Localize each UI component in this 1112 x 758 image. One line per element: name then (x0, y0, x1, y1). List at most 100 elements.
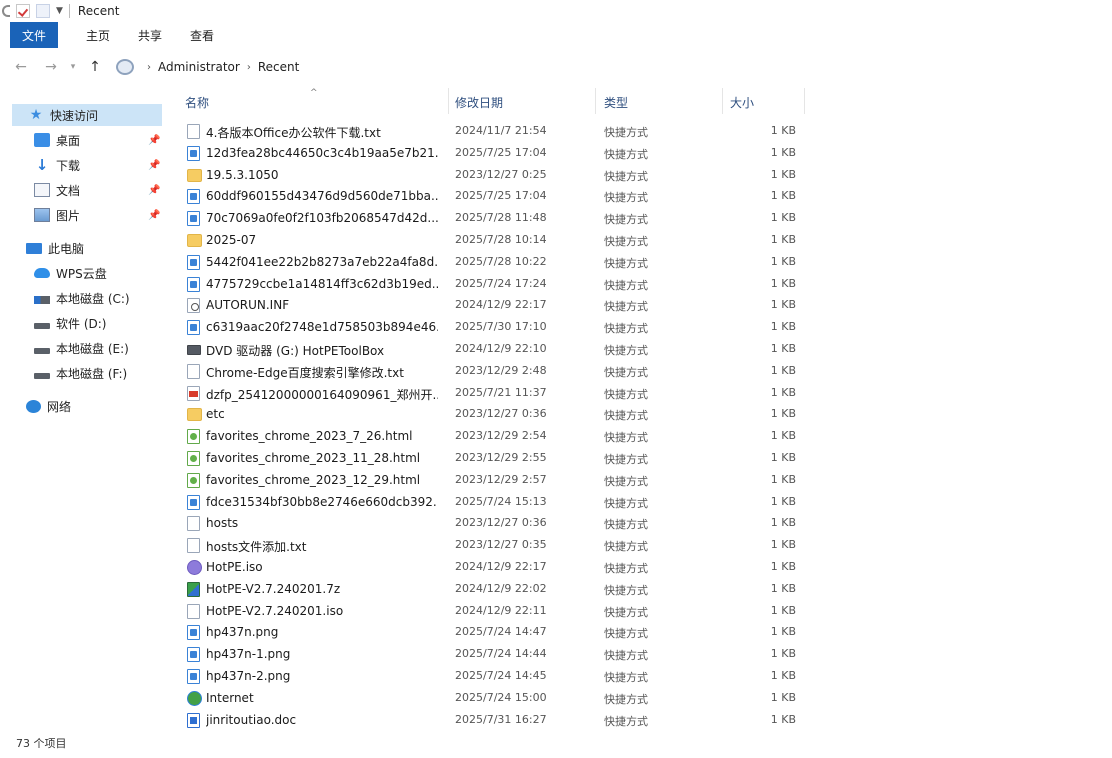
file-name[interactable]: hp437n.png (206, 625, 438, 639)
nav-drive-e[interactable]: 本地磁盘 (E:) (34, 337, 170, 359)
file-name[interactable]: DVD 驱动器 (G:) HotPEToolBox (206, 342, 438, 359)
file-name[interactable]: 4775729ccbe1a14814ff3c62d3b19ed... (206, 277, 438, 291)
file-name[interactable]: 19.5.3.1050 (206, 168, 438, 182)
file-row[interactable]: 5442f041ee22b2b8273a7eb22a4fa8d... 2025/7… (170, 251, 810, 273)
file-row[interactable]: c6319aac20f2748e1d758503b894e46... 2025/7… (170, 316, 810, 338)
column-divider[interactable] (804, 88, 805, 114)
undo-icon[interactable] (2, 5, 10, 17)
tab-home[interactable]: 主页 (72, 22, 124, 48)
file-row[interactable]: favorites_chrome_2023_11_28.html 2023/12/… (170, 447, 810, 469)
file-name[interactable]: AUTORUN.INF (206, 298, 438, 312)
file-row[interactable]: hp437n-2.png 2025/7/24 14:45 快捷方式 1 KB (170, 665, 810, 687)
file-size: 1 KB (770, 516, 796, 530)
recent-locations-dropdown-icon[interactable]: ▾ (66, 62, 80, 72)
nav-downloads[interactable]: ↓ 下载 📌 (34, 154, 170, 176)
file-row[interactable]: HotPE-V2.7.240201.7z 2024/12/9 22:02 快捷方式 1… (170, 578, 810, 600)
tab-file[interactable]: 文件 (10, 22, 59, 48)
nav-wps-cloud[interactable]: WPS云盘 (34, 262, 170, 284)
file-name[interactable]: hp437n-1.png (206, 647, 438, 661)
column-date[interactable]: 修改日期 (455, 94, 503, 111)
nav-drive-f[interactable]: 本地磁盘 (F:) (34, 362, 170, 384)
file-row[interactable]: Chrome-Edge百度搜索引擎修改.txt 2023/12/29 2:48 快捷… (170, 360, 810, 382)
file-name[interactable]: favorites_chrome_2023_11_28.html (206, 451, 438, 465)
nav-desktop[interactable]: 桌面 📌 (34, 129, 170, 151)
file-name[interactable]: Internet (206, 691, 438, 705)
file-row[interactable]: hp437n-1.png 2025/7/24 14:44 快捷方式 1 KB (170, 643, 810, 665)
up-arrow-icon[interactable]: ↑ (80, 59, 110, 75)
column-divider[interactable] (595, 88, 596, 114)
file-name[interactable]: fdce31534bf30bb8e2746e660dcb392... (206, 495, 438, 509)
breadcrumb-recent[interactable]: Recent (258, 60, 299, 74)
file-name[interactable]: c6319aac20f2748e1d758503b894e46... (206, 320, 438, 334)
file-row[interactable]: 19.5.3.1050 2023/12/27 0:25 快捷方式 1 KB (170, 164, 810, 186)
file-name[interactable]: 5442f041ee22b2b8273a7eb22a4fa8d... (206, 255, 438, 269)
tab-share[interactable]: 共享 (124, 22, 176, 48)
nav-drive-c[interactable]: 本地磁盘 (C:) (34, 287, 170, 309)
file-name[interactable]: 12d3fea28bc44650c3c4b19aa5e7b21... (206, 146, 438, 160)
tab-view[interactable]: 查看 (176, 22, 228, 48)
file-date: 2025/7/24 14:47 (455, 625, 547, 639)
file-name[interactable]: 60ddf960155d43476d9d560de71bba... (206, 189, 438, 203)
file-name[interactable]: 2025-07 (206, 233, 438, 247)
file-row[interactable]: 60ddf960155d43476d9d560de71bba... 2025/7/… (170, 185, 810, 207)
nav-quick-access[interactable]: ★ 快速访问 (12, 104, 162, 126)
new-folder-icon[interactable] (36, 4, 50, 18)
quick-access-dropdown-icon[interactable]: ▼ (56, 6, 63, 16)
file-name[interactable]: HotPE-V2.7.240201.iso (206, 604, 438, 618)
file-name[interactable]: HotPE.iso (206, 560, 438, 574)
file-type: 快捷方式 (604, 518, 648, 532)
file-row[interactable]: favorites_chrome_2023_7_26.html 2023/12/2… (170, 425, 810, 447)
file-name[interactable]: hp437n-2.png (206, 669, 438, 683)
back-arrow-icon[interactable]: ← (6, 59, 36, 75)
file-name[interactable]: favorites_chrome_2023_12_29.html (206, 473, 438, 487)
nav-this-pc[interactable]: 此电脑 (26, 237, 166, 259)
file-row[interactable]: 12d3fea28bc44650c3c4b19aa5e7b21... 2025/7… (170, 142, 810, 164)
file-name[interactable]: hosts文件添加.txt (206, 538, 438, 555)
image-file-icon (187, 494, 200, 510)
pin-icon: 📌 (148, 134, 161, 146)
file-name[interactable]: Chrome-Edge百度搜索引擎修改.txt (206, 364, 438, 381)
column-divider[interactable] (722, 88, 723, 114)
html-file-icon (187, 451, 200, 466)
file-row[interactable]: AUTORUN.INF 2024/12/9 22:17 快捷方式 1 KB (170, 294, 810, 316)
file-name[interactable]: favorites_chrome_2023_7_26.html (206, 429, 438, 443)
file-row[interactable]: etc 2023/12/27 0:36 快捷方式 1 KB (170, 403, 810, 425)
file-row[interactable]: 4.各版本Office办公软件下载.txt 2024/11/7 21:54 快捷方式… (170, 120, 810, 142)
file-row[interactable]: 2025-07 2025/7/28 10:14 快捷方式 1 KB (170, 229, 810, 251)
column-divider[interactable] (448, 88, 449, 114)
file-row[interactable]: DVD 驱动器 (G:) HotPEToolBox 2024/12/9 22:10… (170, 338, 810, 360)
breadcrumb-administrator[interactable]: Administrator (158, 60, 240, 74)
nav-documents[interactable]: 文档 📌 (34, 179, 170, 201)
file-name[interactable]: hosts (206, 516, 438, 530)
file-date: 2023/12/29 2:54 (455, 429, 547, 443)
file-date: 2024/12/9 22:02 (455, 581, 547, 595)
file-row[interactable]: 70c7069a0fe0f2f103fb2068547d42d... 2025/7… (170, 207, 810, 229)
file-row[interactable]: hosts 2023/12/27 0:36 快捷方式 1 KB (170, 512, 810, 534)
column-type[interactable]: 类型 (604, 94, 628, 111)
file-name[interactable]: dzfp_25412000000164090961_郑州开... (206, 386, 438, 403)
column-size[interactable]: 大小 (730, 94, 754, 111)
nav-network[interactable]: 网络 (26, 395, 166, 417)
file-name[interactable]: etc (206, 407, 438, 421)
file-row[interactable]: hp437n.png 2025/7/24 14:47 快捷方式 1 KB (170, 621, 810, 643)
file-name[interactable]: HotPE-V2.7.240201.7z (206, 582, 438, 596)
file-row[interactable]: jinritoutiao.doc 2025/7/31 16:27 快捷方式 1 KB (170, 709, 810, 731)
file-name[interactable]: jinritoutiao.doc (206, 713, 438, 727)
file-row[interactable]: 4775729ccbe1a14814ff3c62d3b19ed... 2025/7… (170, 273, 810, 295)
file-row[interactable]: dzfp_25412000000164090961_郑州开... 2025/7/2… (170, 382, 810, 404)
file-row[interactable]: fdce31534bf30bb8e2746e660dcb392... 2025/7… (170, 491, 810, 513)
chevron-right-icon[interactable]: › (247, 62, 251, 73)
file-row[interactable]: hosts文件添加.txt 2023/12/27 0:35 快捷方式 1 KB (170, 534, 810, 556)
column-name[interactable]: 名称 (185, 94, 209, 111)
chevron-right-icon[interactable]: › (147, 62, 151, 73)
file-row[interactable]: HotPE.iso 2024/12/9 22:17 快捷方式 1 KB (170, 556, 810, 578)
file-row[interactable]: HotPE-V2.7.240201.iso 2024/12/9 22:11 快捷方式… (170, 600, 810, 622)
properties-icon[interactable] (16, 4, 30, 18)
nav-pictures[interactable]: 图片 📌 (34, 204, 170, 226)
forward-arrow-icon[interactable]: → (36, 59, 66, 75)
file-name[interactable]: 4.各版本Office办公软件下载.txt (206, 124, 438, 141)
file-row[interactable]: favorites_chrome_2023_12_29.html 2023/12/… (170, 469, 810, 491)
file-row[interactable]: Internet 2025/7/24 15:00 快捷方式 1 KB (170, 687, 810, 709)
file-name[interactable]: 70c7069a0fe0f2f103fb2068547d42d... (206, 211, 438, 225)
nav-drive-d[interactable]: 软件 (D:) (34, 312, 170, 334)
